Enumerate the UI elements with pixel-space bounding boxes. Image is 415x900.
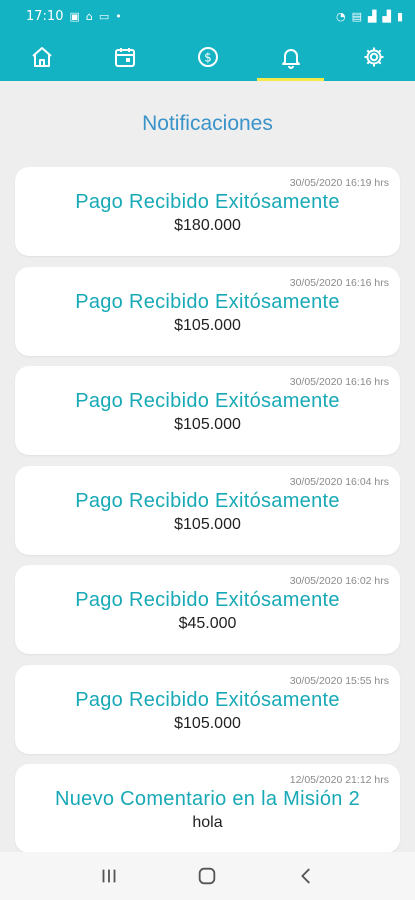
notification-timestamp: 30/05/2020 16:16 hrs — [289, 376, 389, 388]
notification-body: $105.000 — [174, 714, 241, 732]
calendar-icon — [114, 48, 135, 67]
notification-title: Pago Recibido Exitósamente — [75, 589, 340, 611]
nav-calendar[interactable] — [83, 33, 166, 81]
system-nav-bar — [0, 852, 415, 900]
nav-settings[interactable] — [332, 33, 415, 81]
notification-timestamp: 30/05/2020 16:16 hrs — [289, 276, 389, 289]
notification-title: Pago Recibido Exitósamente — [75, 191, 340, 213]
notification-timestamp: 30/05/2020 16:19 hrs — [289, 177, 389, 189]
notification-card[interactable]: 30/05/2020 16:04 hrs Pago Recibido Exitó… — [15, 465, 400, 555]
notification-body: $105.000 — [174, 316, 241, 334]
clock: 17:10 — [26, 9, 64, 24]
cast-icon: ▭ — [98, 10, 110, 23]
svg-text:$: $ — [204, 51, 212, 65]
nav-home[interactable] — [0, 33, 83, 81]
notification-card[interactable]: 30/05/2020 16:16 hrs Pago Recibido Exitó… — [15, 266, 400, 356]
volte-icon: ▤ — [351, 10, 362, 23]
back-icon[interactable] — [295, 865, 317, 887]
notification-body: $105.000 — [174, 416, 241, 433]
home-icon — [31, 47, 52, 67]
notification-card[interactable]: 30/05/2020 15:55 hrs Pago Recibido Exitó… — [15, 664, 400, 754]
page-title: Notificaciones — [142, 112, 273, 135]
notification-card[interactable]: 30/05/2020 16:02 hrs Pago Recibido Exitó… — [15, 565, 400, 654]
notification-card[interactable]: 30/05/2020 16:19 hrs Pago Recibido Exitó… — [15, 167, 400, 256]
home-button-icon[interactable] — [196, 865, 218, 887]
nav-notifications[interactable] — [249, 33, 332, 81]
notification-timestamp: 30/05/2020 15:55 hrs — [289, 674, 389, 687]
dot-icon: • — [115, 10, 122, 23]
battery-icon: ▮ — [396, 10, 403, 23]
notification-title: Pago Recibido Exitósamente — [75, 290, 340, 313]
notification-list: 30/05/2020 16:19 hrs Pago Recibido Exitó… — [15, 167, 400, 864]
notification-body: hola — [192, 814, 223, 831]
nav-payments[interactable]: $ — [166, 33, 249, 81]
notification-body: $45.000 — [178, 615, 237, 632]
status-bar: 17:10 ▣ ⌂ ▭ • ◔ ▤ ▟ ▟ ▮ — [0, 0, 415, 33]
signal-icon: ▟ — [382, 10, 391, 23]
notification-body: $180.000 — [174, 217, 241, 234]
bell-icon — [281, 49, 300, 69]
image-icon: ▣ — [69, 10, 80, 23]
notification-timestamp: 30/05/2020 16:04 hrs — [289, 475, 389, 488]
notification-timestamp: 12/05/2020 21:12 hrs — [289, 774, 389, 786]
notification-body: $105.000 — [174, 515, 241, 533]
gear-icon — [364, 47, 383, 67]
notification-title: Pago Recibido Exitósamente — [75, 688, 340, 711]
notification-title: Pago Recibido Exitósamente — [75, 489, 340, 512]
recents-icon[interactable] — [98, 865, 120, 887]
home-icon: ⌂ — [85, 10, 93, 23]
signal-icon: ▟ — [368, 10, 377, 23]
money-icon: $ — [197, 47, 218, 67]
notification-title: Pago Recibido Exitósamente — [75, 390, 340, 412]
notification-title: Nuevo Comentario en la Misión 2 — [54, 788, 360, 810]
notification-card[interactable]: 12/05/2020 21:12 hrs Nuevo Comentario en… — [15, 764, 400, 853]
top-nav: $ — [0, 33, 415, 81]
notification-timestamp: 30/05/2020 16:02 hrs — [289, 575, 389, 587]
notification-card[interactable]: 30/05/2020 16:16 hrs Pago Recibido Exitó… — [15, 366, 400, 455]
wifi-icon: ◔ — [335, 10, 346, 23]
